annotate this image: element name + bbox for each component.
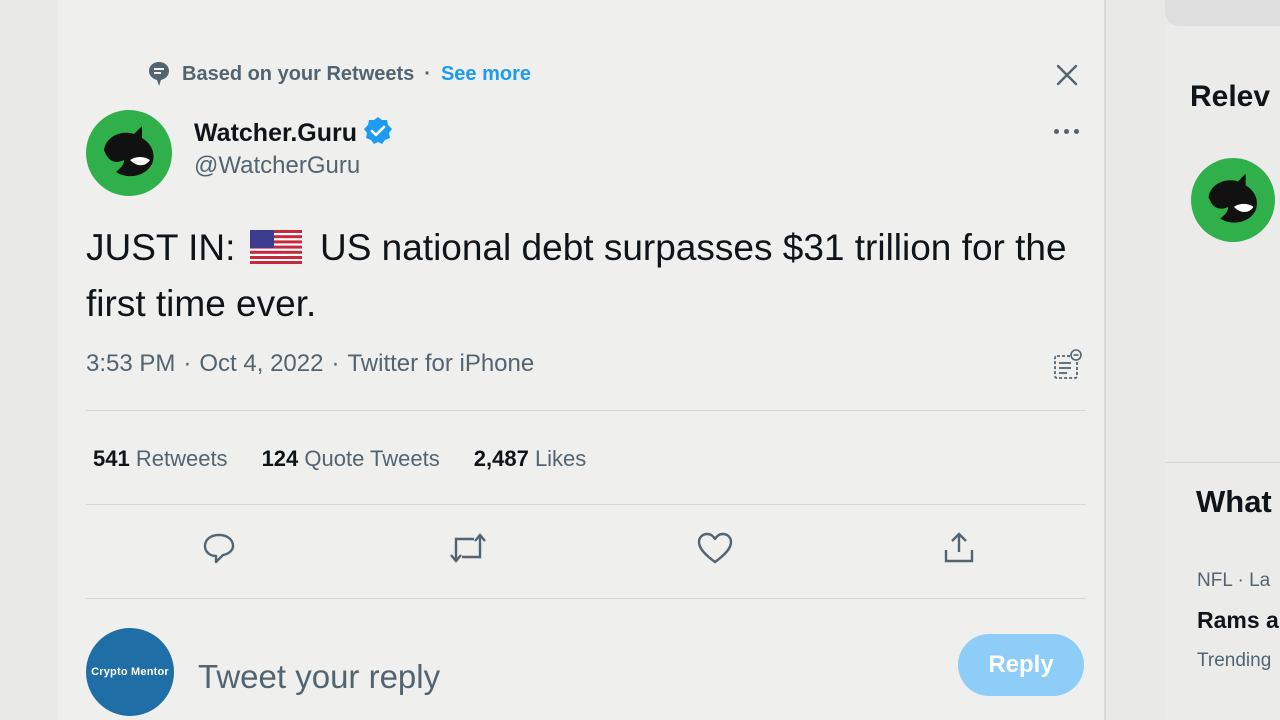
analytics-icon[interactable]	[1050, 348, 1084, 382]
author-handle[interactable]: @WatcherGuru	[194, 152, 360, 180]
trend-category: NFL · La	[1197, 570, 1271, 591]
sidebar-divider	[1165, 462, 1280, 463]
see-more-link[interactable]: See more	[441, 63, 531, 86]
divider	[86, 504, 1086, 505]
orca-logo-icon	[104, 126, 154, 177]
relevant-people-heading: Relev	[1190, 80, 1271, 113]
retweets-stat[interactable]: 541 Retweets	[93, 446, 228, 472]
meta-separator: ·	[331, 350, 340, 377]
likes-stat[interactable]: 2,487 Likes	[474, 446, 587, 472]
relevant-person-avatar[interactable]	[1191, 158, 1275, 242]
tweet-time[interactable]: 3:53 PM	[86, 350, 175, 378]
social-context-label: Based on your Retweets	[182, 62, 415, 85]
retweet-icon[interactable]	[448, 528, 488, 568]
tweet-source: Twitter for iPhone	[347, 350, 535, 377]
reply-icon[interactable]	[199, 528, 239, 568]
context-separator: ·	[424, 62, 431, 85]
column-divider	[1104, 0, 1106, 720]
reply-input[interactable]	[196, 652, 920, 702]
reply-button[interactable]: Reply	[958, 634, 1084, 696]
author-avatar[interactable]	[86, 110, 172, 196]
sidebar-search-area[interactable]	[1165, 0, 1280, 26]
author-name[interactable]: Watcher.Guru	[194, 119, 357, 148]
orca-logo-icon	[1208, 173, 1257, 223]
tweet-text-prefix: JUST IN:	[86, 227, 236, 268]
trend-sub: Trending	[1197, 650, 1272, 671]
tweet-meta: 3:53 PM · Oct 4, 2022 · Twitter for iPho…	[86, 350, 534, 378]
quote-tweets-stat[interactable]: 124 Quote Tweets	[262, 446, 440, 472]
user-avatar[interactable]: Crypto Mentor	[86, 628, 174, 716]
close-icon[interactable]	[1052, 60, 1082, 90]
more-options-icon[interactable]	[1048, 116, 1084, 146]
trend-title[interactable]: Rams a	[1197, 607, 1279, 634]
meta-separator: ·	[183, 350, 192, 377]
engagement-stats: 541 Retweets 124 Quote Tweets 2,487 Like…	[93, 446, 586, 472]
like-heart-icon[interactable]	[695, 528, 735, 568]
tweet-text: JUST IN: US national debt surpasses $31 …	[86, 222, 1096, 330]
author-name-row[interactable]: Watcher.Guru	[194, 116, 393, 151]
divider	[86, 598, 1086, 599]
divider	[86, 410, 1086, 411]
share-icon[interactable]	[939, 528, 979, 568]
social-context: Based on your Retweets · See more	[146, 60, 531, 88]
us-flag-icon	[249, 226, 302, 278]
verified-badge-icon	[363, 116, 393, 151]
whats-happening-heading: What	[1196, 484, 1272, 519]
tweet-date[interactable]: Oct 4, 2022	[199, 350, 323, 378]
topic-bubble-icon	[146, 60, 172, 88]
